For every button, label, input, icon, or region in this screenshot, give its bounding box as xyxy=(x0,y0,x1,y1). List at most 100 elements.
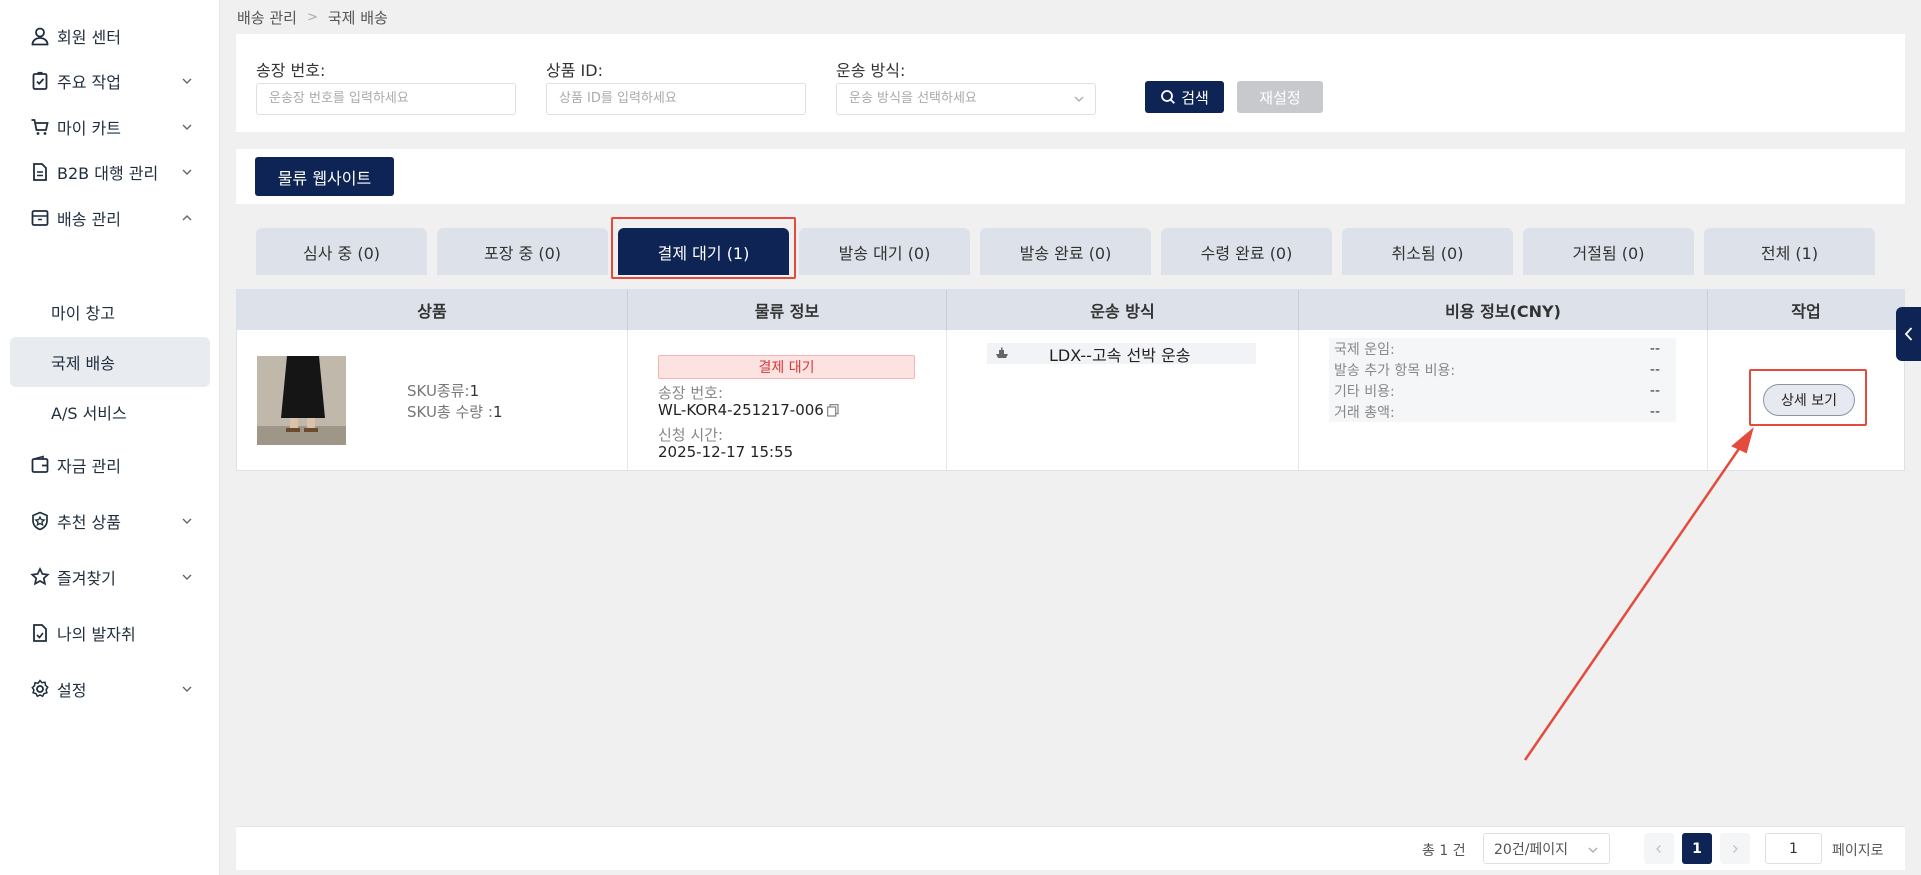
product-id-input[interactable]: 상품 ID를 입력하세요 xyxy=(546,83,806,115)
footprint-icon xyxy=(33,624,47,642)
user-icon xyxy=(31,27,49,46)
sku-type-label: SKU종류: xyxy=(407,382,470,400)
chevron-down-icon xyxy=(182,686,192,692)
product-image xyxy=(257,356,346,445)
table-cell-product: SKU종류:1 SKU총 수량 :1 xyxy=(237,330,628,470)
main-content: 배송 관리 > 국제 배송 송장 번호: 운송장 번호를 입력하세요 상품 ID… xyxy=(220,0,1921,875)
pagination-total: 총 1 건 xyxy=(1422,843,1466,859)
sku-quantity: SKU총 수량 :1 xyxy=(407,401,502,422)
apply-time-value: 2025-12-17 15:55 xyxy=(658,443,794,461)
goto-page-label: 페이지로 xyxy=(1832,843,1884,859)
breadcrumb: 배송 관리 > 국제 배송 xyxy=(237,7,388,28)
sidebar-subitem-international-shipping[interactable]: 국제 배송 xyxy=(10,337,210,387)
breadcrumb-separator: > xyxy=(306,10,318,25)
pagination: 총 1 건 20건/페이지 1 1 페이지로 xyxy=(236,826,1905,870)
breadcrumb-parent[interactable]: 배송 관리 xyxy=(237,7,297,28)
tab-rejected[interactable]: 거절됨 (0) xyxy=(1523,228,1694,275)
next-page-button[interactable] xyxy=(1720,833,1750,864)
sku-qty-label: SKU총 수량 : xyxy=(407,403,493,421)
clipboard-check-icon xyxy=(32,71,48,90)
cost-value: -- xyxy=(1649,340,1660,357)
chevron-right-icon xyxy=(1733,844,1738,853)
cost-row-additional: 발송 추가 항목 비용: -- xyxy=(1329,359,1676,380)
page-size-value: 20건/페이지 xyxy=(1494,841,1569,858)
shipping-method-value: LDX--고속 선박 운송 xyxy=(1049,345,1191,365)
chevron-left-icon xyxy=(1656,844,1661,853)
tab-all[interactable]: 전체 (1) xyxy=(1704,228,1875,275)
filter-panel: 송장 번호: 운송장 번호를 입력하세요 상품 ID: 상품 ID를 입력하세요… xyxy=(236,34,1905,132)
shipment-table: 상품 물류 정보 운송 방식 비용 정보(CNY) 작업 SKU종류:1 SKU… xyxy=(236,289,1905,471)
cost-value: -- xyxy=(1649,382,1660,399)
sidebar-item-funds[interactable]: 자금 관리 xyxy=(10,441,210,489)
sidebar-subitem-my-warehouse[interactable]: 마이 창고 xyxy=(10,287,210,337)
search-button-label: 검색 xyxy=(1181,88,1209,107)
sidebar-item-shipping-management[interactable]: 배송 관리 xyxy=(10,194,210,242)
chevron-down-icon xyxy=(182,169,192,175)
column-header-logistics: 물류 정보 xyxy=(628,290,947,330)
chevron-down-icon xyxy=(182,78,192,84)
sidebar-item-my-cart[interactable]: 마이 카트 xyxy=(10,103,210,151)
cost-label: 발송 추가 항목 비용: xyxy=(1334,362,1456,379)
chevron-down-icon xyxy=(182,124,192,130)
page-number-current[interactable]: 1 xyxy=(1682,833,1712,864)
page-size-select[interactable]: 20건/페이지 xyxy=(1483,833,1610,864)
ship-icon xyxy=(996,347,1008,358)
chevron-left-icon xyxy=(1904,327,1912,341)
invoice-number-label: 송장 번호: xyxy=(658,384,724,402)
star-badge-icon xyxy=(32,511,48,531)
table-header: 상품 물류 정보 운송 방식 비용 정보(CNY) 작업 xyxy=(237,290,1904,330)
side-panel-toggle[interactable] xyxy=(1896,307,1921,361)
action-bar: 물류 웹사이트 xyxy=(236,149,1905,204)
sidebar-item-member-center[interactable]: 회원 센터 xyxy=(10,12,210,60)
invoice-number: WL-KOR4-251217-006 xyxy=(658,401,839,419)
chevron-down-icon xyxy=(182,518,192,524)
sidebar-item-recommended[interactable]: 추천 상품 xyxy=(10,497,210,545)
sku-type: SKU종류:1 xyxy=(407,380,479,401)
product-thumbnail[interactable] xyxy=(257,356,346,445)
cost-row-total: 거래 총액: -- xyxy=(1329,401,1676,422)
star-icon xyxy=(30,567,50,586)
sidebar-item-label: 자금 관리 xyxy=(57,457,121,476)
table-cell-logistics: 결제 대기 송장 번호: WL-KOR4-251217-006 신청 시간: 2… xyxy=(628,330,947,470)
sidebar-item-label: 배송 관리 xyxy=(57,210,121,229)
shipping-method-select[interactable]: 운송 방식을 선택하세요 xyxy=(836,83,1096,115)
column-header-action: 작업 xyxy=(1791,302,1821,321)
shipping-method-row: LDX--고속 선박 운송 xyxy=(987,343,1256,365)
invoice-input[interactable]: 운송장 번호를 입력하세요 xyxy=(256,83,516,115)
column-header-cost: 비용 정보(CNY) xyxy=(1299,290,1708,330)
sidebar-item-b2b[interactable]: B2B 대행 관리 xyxy=(10,148,210,196)
chevron-down-icon xyxy=(1074,96,1084,102)
logistics-website-button[interactable]: 물류 웹사이트 xyxy=(255,157,394,196)
tab-under-review[interactable]: 심사 중 (0) xyxy=(256,228,427,275)
sidebar-subitem-as-service[interactable]: A/S 서비스 xyxy=(10,387,210,437)
chevron-down-icon xyxy=(1588,847,1598,853)
sidebar-item-settings[interactable]: 설정 xyxy=(10,665,210,713)
apply-time-label: 신청 시간: xyxy=(658,426,724,444)
tab-awaiting-shipment[interactable]: 발송 대기 (0) xyxy=(799,228,970,275)
invoice-label: 송장 번호: xyxy=(256,61,326,80)
cost-label: 국제 운임: xyxy=(1334,341,1395,358)
reset-button[interactable]: 재설정 xyxy=(1237,81,1323,113)
tab-shipped[interactable]: 발송 완료 (0) xyxy=(980,228,1151,275)
sidebar-item-label: 추천 상품 xyxy=(57,513,121,532)
cost-row-international-freight: 국제 운임: -- xyxy=(1329,338,1676,359)
sidebar-item-my-footprint[interactable]: 나의 발자취 xyxy=(10,609,210,657)
tab-packing[interactable]: 포장 중 (0) xyxy=(437,228,608,275)
sku-type-value: 1 xyxy=(469,382,480,400)
document-icon xyxy=(33,163,47,181)
goto-page-input[interactable]: 1 xyxy=(1765,833,1822,864)
tab-cancelled[interactable]: 취소됨 (0) xyxy=(1342,228,1513,275)
sidebar-item-label: B2B 대행 관리 xyxy=(57,164,159,183)
cost-label: 거래 총액: xyxy=(1334,404,1395,421)
shipping-method-label: 운송 방식: xyxy=(836,61,906,80)
sidebar-item-main-tasks[interactable]: 주요 작업 xyxy=(10,57,210,105)
search-button[interactable]: 검색 xyxy=(1145,81,1224,113)
sidebar-item-favorites[interactable]: 즐겨찾기 xyxy=(10,553,210,601)
tab-highlight-box xyxy=(611,217,796,279)
cost-row-other: 기타 비용: -- xyxy=(1329,380,1676,401)
column-header-product: 상품 xyxy=(237,290,628,330)
previous-page-button[interactable] xyxy=(1644,833,1674,864)
tab-received[interactable]: 수령 완료 (0) xyxy=(1161,228,1332,275)
copy-icon[interactable] xyxy=(826,403,839,417)
sku-qty-value: 1 xyxy=(492,403,503,421)
